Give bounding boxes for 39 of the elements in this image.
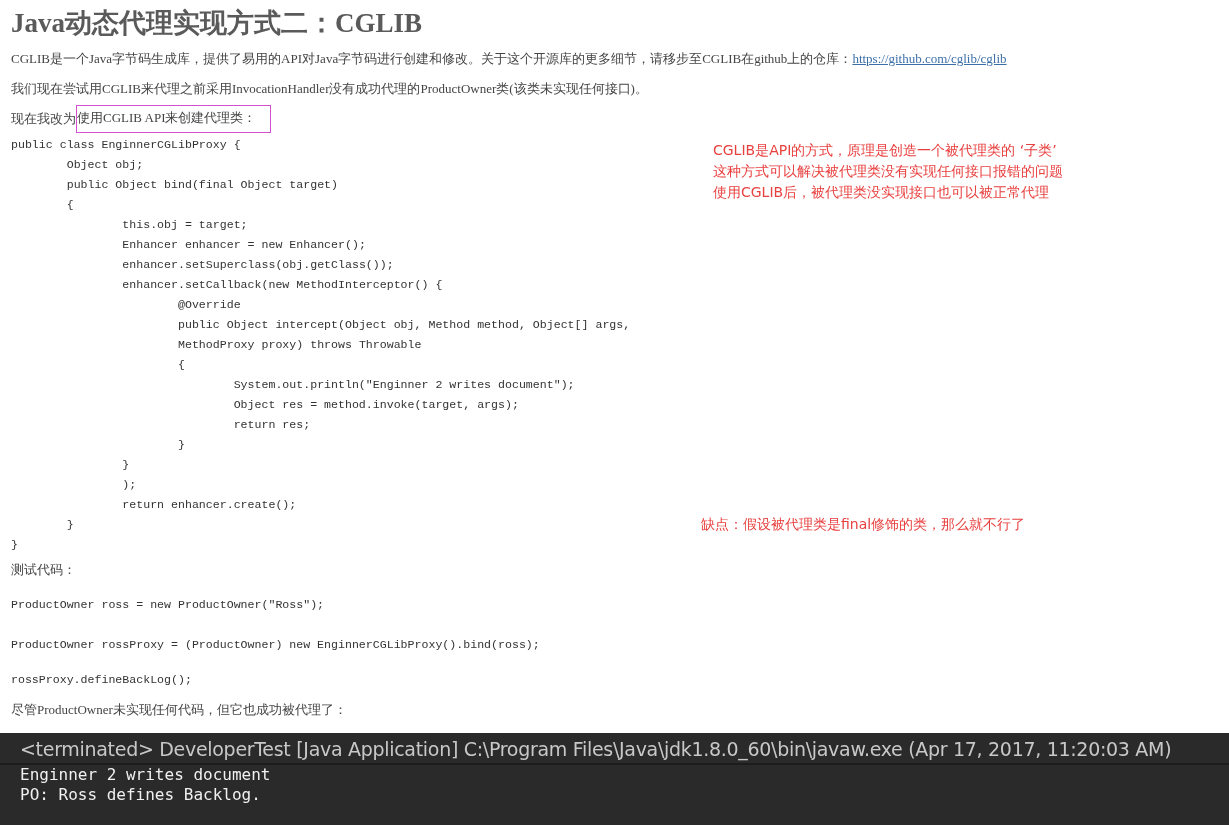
intro-paragraph: CGLIB是一个Java字节码生成库，提供了易用的API对Java字节码进行创建和修改。关于这个开源库的更多细节，请移步至CGLIB在github上的仓库：https://github.com/cglib/cglib <box>11 50 1008 68</box>
console-output: Enginner 2 writes document <box>20 765 272 785</box>
annotation-text: 使用CGLIB后，被代理类没实现接口也可以被正常代理 <box>713 183 1051 202</box>
article-title: Java动态代理实现方式二：CGLIB <box>11 7 424 40</box>
code-line: ); <box>121 477 138 493</box>
code-line: ProductOwner ross = new ProductOwner("Ross"); <box>11 597 326 613</box>
code-line: rossProxy.defineBackLog(); <box>11 672 193 688</box>
code-line: Enhancer enhancer = new Enhancer(); <box>121 237 367 253</box>
code-line: enhancer.setSuperclass(obj.getClass()); <box>121 257 395 273</box>
code-line: enhancer.setCallback(new MethodInterceptor() { <box>121 277 444 293</box>
code-line: MethodProxy proxy) throws Throwable <box>177 337 423 353</box>
code-line: { <box>65 197 75 213</box>
code-line: return res; <box>232 417 312 433</box>
annotation-text: 缺点：假设被代理类是final修饰的类，那么就不行了 <box>701 515 1027 534</box>
code-line: return enhancer.create(); <box>121 497 298 513</box>
code-line: public Object bind(final Object target) <box>65 177 339 193</box>
console-output: PO: Ross defines Backlog. <box>20 785 262 805</box>
section-label: 测试代码： <box>11 561 77 579</box>
highlighted-text: 使用CGLIB API来创建代理类： <box>76 105 272 133</box>
code-line: Object res = method.invoke(target, args); <box>232 397 520 413</box>
annotation-text: 这种方式可以解决被代理类没有实现任何接口报错的问题 <box>713 162 1064 181</box>
code-line: ProductOwner rossProxy = (ProductOwner) new EnginnerCGLibProxy().bind(ross); <box>11 637 541 653</box>
annotation-text: CGLIB是API的方式，原理是创造一个被代理类的 ‘子类’ <box>713 141 1058 160</box>
code-line: } <box>177 437 186 453</box>
github-link[interactable]: https://github.com/cglib/cglib <box>852 51 1007 66</box>
code-line: public class EnginnerCGLibProxy { <box>11 137 242 153</box>
paragraph: 我们现在尝试用CGLIB来代理之前采用InvocationHandler没有成功代理的ProductOwner类(该类未实现任何接口)。 <box>11 80 649 98</box>
code-line: { <box>177 357 186 373</box>
code-line: public Object intercept(Object obj, Method method, Object[] args, <box>177 317 632 333</box>
code-line: Object obj; <box>65 157 145 173</box>
code-line: @Override <box>177 297 242 313</box>
code-line: this.obj = target; <box>121 217 249 233</box>
code-line: } <box>11 537 19 553</box>
code-line: } <box>65 517 75 533</box>
code-line: System.out.println("Enginner 2 writes document"); <box>232 377 576 393</box>
code-line: } <box>121 457 131 473</box>
paragraph: 尽管ProductOwner未实现任何代码，但它也成功被代理了： <box>11 701 348 719</box>
console-header: <terminated> DeveloperTest [Java Application] C:\Program Files\Java\jdk1.8.0_60\bin\javaw.exe (Apr 17, 2017, 11:20:03 AM) <box>0 735 1229 765</box>
paragraph-text: 现在我改为 <box>11 110 76 128</box>
